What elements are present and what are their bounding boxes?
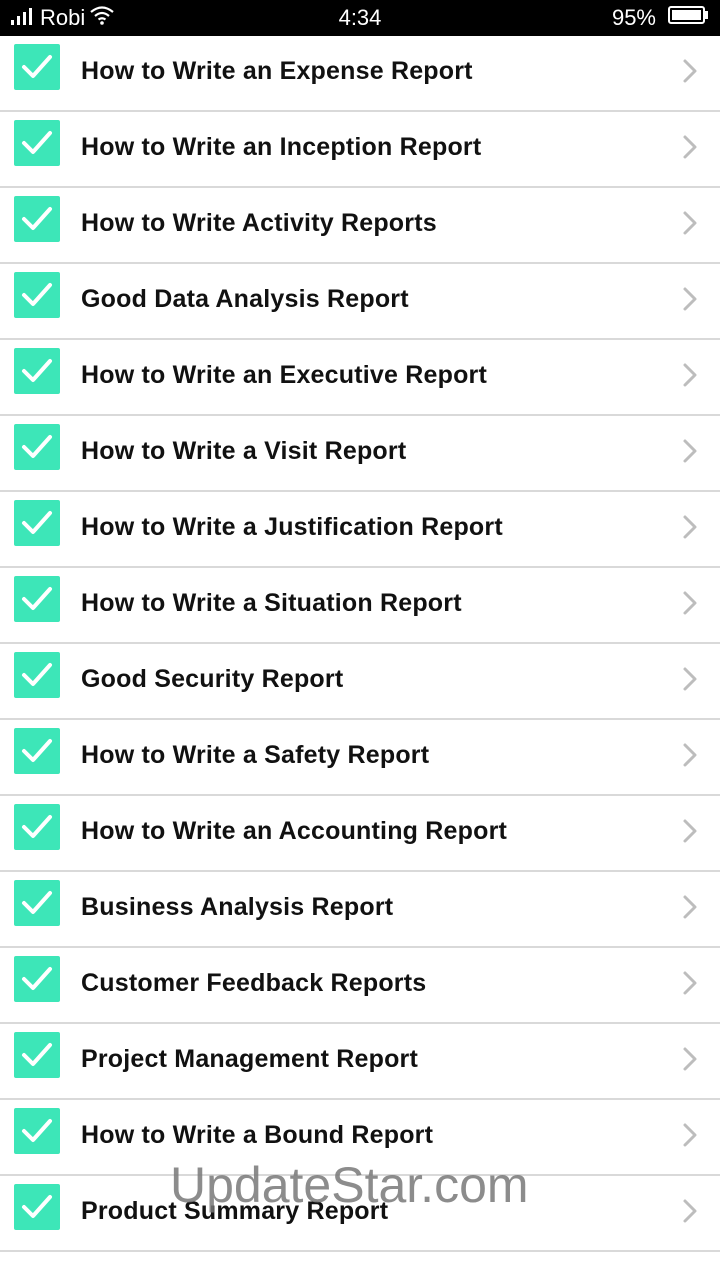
checkbox-checked-icon[interactable] [14,120,60,166]
list-item-label: How to Write an Inception Report [81,133,482,161]
list-item[interactable]: How to Write an Executive Report [0,340,720,416]
checkbox-checked-icon[interactable] [14,424,60,470]
checkbox-checked-icon[interactable] [14,804,60,850]
list-item-label: Business Analysis Report [81,893,394,921]
list-item-label: How to Write an Executive Report [81,361,488,389]
checkbox-checked-icon[interactable] [14,44,60,90]
checkbox-checked-icon[interactable] [14,1108,60,1154]
status-time: 4:34 [338,5,382,30]
report-list: How to Write an Expense Report How to Wri… [0,36,720,1252]
list-item[interactable]: Product Summary Report [0,1176,720,1252]
list-item-label: How to Write a Bound Report [81,1121,434,1149]
list-item[interactable]: Good Security Report [0,644,720,720]
list-item-label: How to Write an Accounting Report [81,817,508,845]
list-item[interactable]: Customer Feedback Reports [0,948,720,1024]
list-item[interactable]: Project Management Report [0,1024,720,1100]
checkbox-checked-icon[interactable] [14,652,60,698]
chevron-right-icon [680,134,700,160]
list-item[interactable]: How to Write a Situation Report [0,568,720,644]
chevron-right-icon [680,210,700,236]
checkbox-checked-icon[interactable] [14,956,60,1002]
list-item-label: Project Management Report [81,1045,419,1073]
checkbox-checked-icon[interactable] [14,1032,60,1078]
list-item-label: How to Write a Situation Report [81,589,462,617]
chevron-right-icon [680,438,700,464]
list-item[interactable]: How to Write an Expense Report [0,36,720,112]
chevron-right-icon [680,362,700,388]
chevron-right-icon [680,1046,700,1072]
list-item[interactable]: Good Data Analysis Report [0,264,720,340]
list-item-label: Product Summary Report [81,1197,389,1225]
list-item-label: How to Write a Justification Report [81,513,503,541]
chevron-right-icon [680,742,700,768]
checkbox-checked-icon[interactable] [14,196,60,242]
chevron-right-icon [680,58,700,84]
status-right: 95% [612,0,710,36]
list-item[interactable]: How to Write a Bound Report [0,1100,720,1176]
chevron-right-icon [680,894,700,920]
chevron-right-icon [680,970,700,996]
chevron-right-icon [680,514,700,540]
signal-icon [10,5,36,31]
chevron-right-icon [680,666,700,692]
carrier-name: Robi [40,5,86,30]
list-item[interactable]: How to Write Activity Reports [0,188,720,264]
checkbox-checked-icon[interactable] [14,1184,60,1230]
list-item[interactable]: How to Write an Accounting Report [0,796,720,872]
chevron-right-icon [680,1198,700,1224]
list-item-label: How to Write a Visit Report [81,437,407,465]
list-item[interactable]: How to Write a Safety Report [0,720,720,796]
checkbox-checked-icon[interactable] [14,348,60,394]
battery-percent: 95% [611,5,656,30]
checkbox-checked-icon[interactable] [14,576,60,622]
list-item-label: Good Security Report [81,665,344,693]
checkbox-checked-icon[interactable] [14,272,60,318]
checkbox-checked-icon[interactable] [14,500,60,546]
checkbox-checked-icon[interactable] [14,728,60,774]
chevron-right-icon [680,286,700,312]
battery-icon [668,5,710,31]
chevron-right-icon [680,1122,700,1148]
status-left: Robi [10,0,115,36]
list-item-label: How to Write Activity Reports [81,209,437,237]
checkbox-checked-icon[interactable] [14,880,60,926]
chevron-right-icon [680,818,700,844]
list-item-label: Customer Feedback Reports [81,969,427,997]
list-item[interactable]: How to Write a Justification Report [0,492,720,568]
wifi-icon [89,5,115,31]
chevron-right-icon [680,590,700,616]
list-item-label: How to Write an Expense Report [81,57,473,85]
list-item[interactable]: How to Write a Visit Report [0,416,720,492]
list-item[interactable]: How to Write an Inception Report [0,112,720,188]
list-item-label: Good Data Analysis Report [81,285,409,313]
status-bar: Robi 4:34 95% [0,0,720,36]
list-item[interactable]: Business Analysis Report [0,872,720,948]
list-item-label: How to Write a Safety Report [81,741,430,769]
